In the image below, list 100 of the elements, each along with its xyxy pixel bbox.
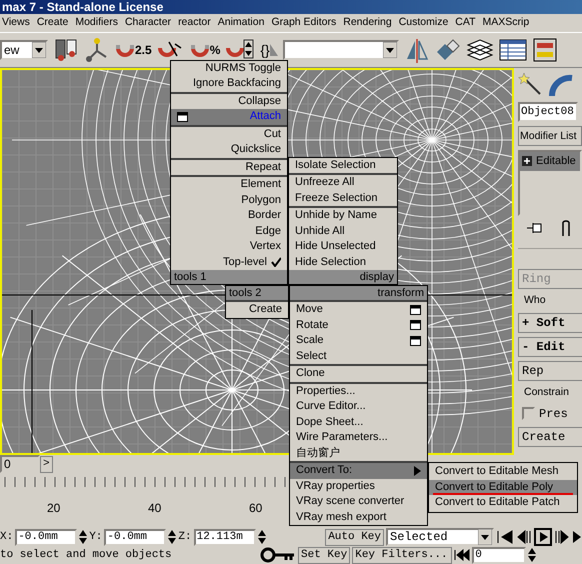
menu-item[interactable]: Move	[290, 302, 427, 318]
menu-item[interactable]: 自动窗户	[290, 446, 427, 461]
key-mode-dropdown[interactable]: Selected	[386, 528, 494, 546]
go-to-start-icon[interactable]	[496, 530, 514, 544]
menu-item[interactable]: Clone	[290, 366, 427, 382]
next-frame-icon[interactable]	[554, 530, 570, 544]
set-key-button[interactable]: Set Key	[298, 546, 350, 564]
frame-field[interactable]: 0	[472, 546, 526, 564]
menu-item[interactable]: Select	[290, 348, 427, 364]
menu-item[interactable]: Create	[36, 15, 68, 31]
menu-item[interactable]: Top-level	[171, 254, 287, 270]
menu-item[interactable]: Character	[124, 15, 172, 31]
menu-item[interactable]: VRay mesh export	[290, 510, 427, 525]
layers-icon[interactable]	[466, 37, 494, 63]
pin-icon[interactable]	[526, 220, 544, 236]
menu-item[interactable]: Collapse	[171, 94, 287, 109]
menu-item[interactable]: Convert to Editable Mesh	[429, 464, 577, 480]
menu-item[interactable]: Animation	[218, 15, 264, 31]
menu-item[interactable]: Unfreeze All	[289, 175, 397, 190]
magnet-icon	[190, 42, 210, 58]
menu-item[interactable]: Unhide All	[289, 224, 397, 239]
menu-item[interactable]: NURMS Toggle	[171, 60, 287, 76]
menu-item[interactable]: MAXScrip	[482, 15, 530, 31]
next-frame-button[interactable]: >	[40, 456, 53, 472]
magnet-icon	[115, 42, 135, 58]
menu-item[interactable]: Convert to Editable Patch	[429, 495, 577, 510]
caret-icon	[32, 42, 46, 58]
rollout-header[interactable]: - Edit	[518, 336, 582, 357]
options-box-icon[interactable]	[410, 336, 421, 346]
axis-label: X:	[0, 530, 14, 545]
named-selection-button[interactable]: {}	[260, 43, 278, 57]
options-box-icon[interactable]	[410, 320, 421, 330]
align-icon[interactable]	[434, 37, 461, 63]
menu-item[interactable]: Edge	[171, 224, 287, 239]
view-dropdown[interactable]: ew	[0, 40, 48, 60]
auto-key-button[interactable]: Auto Key	[325, 528, 384, 546]
menu-item[interactable]: Dope Sheet...	[290, 414, 427, 430]
table-icon[interactable]	[498, 38, 527, 62]
menu-item[interactable]: Ignore Backfacing	[171, 76, 287, 92]
panel-label: Who	[523, 293, 547, 308]
stack-item[interactable]: Editable	[520, 152, 580, 170]
menu-item[interactable]: reactor	[178, 15, 211, 31]
menu-item[interactable]: Convert To:	[290, 463, 427, 478]
menu-item[interactable]: CAT	[455, 15, 476, 31]
menu-item[interactable]: Graph Editors	[271, 15, 336, 31]
plus-icon[interactable]	[522, 156, 532, 166]
menu-item[interactable]: Rotate	[290, 318, 427, 333]
key-mode-icon[interactable]	[454, 549, 470, 561]
arc-icon[interactable]	[548, 72, 574, 98]
menu-item[interactable]: Isolate Selection	[289, 158, 397, 173]
menu-item[interactable]: VRay properties	[290, 478, 427, 494]
options-box-icon[interactable]	[410, 304, 421, 315]
coordinate-field[interactable]: -0.0mm	[104, 528, 166, 546]
snap-toggle[interactable]: 2.5	[115, 42, 152, 58]
menu-item[interactable]: Quickslice	[171, 142, 287, 158]
coordinate-field[interactable]: -0.0mm	[15, 528, 78, 546]
menu-item[interactable]: Views	[2, 15, 30, 31]
play-icon[interactable]	[534, 528, 552, 546]
menu-item[interactable]: Hide Selection	[289, 254, 397, 270]
window-title: max 7 - Stand-alone License	[2, 0, 164, 14]
panel-button[interactable]: Rep	[518, 360, 582, 381]
menu-item[interactable]: VRay scene converter	[290, 494, 427, 510]
ruler-label: 40	[148, 500, 162, 517]
go-to-end-icon[interactable]	[572, 530, 582, 544]
selection-set-dropdown[interactable]	[282, 40, 399, 60]
rollout-header[interactable]: + Soft	[518, 312, 582, 333]
link-icon[interactable]	[53, 37, 79, 63]
pipe-icon[interactable]	[560, 220, 572, 236]
menu-item[interactable]: Element	[171, 177, 287, 192]
previous-frame-icon[interactable]	[516, 530, 532, 544]
menu-item[interactable]: Freeze Selection	[289, 190, 397, 206]
menu-item[interactable]: Curve Editor...	[290, 399, 427, 414]
snap-toggle[interactable]: %	[190, 42, 220, 58]
coordinate-field[interactable]: 12.113m	[194, 528, 256, 546]
menu-item[interactable]: Rendering	[343, 15, 392, 31]
key-icon[interactable]	[260, 546, 296, 564]
menu-item[interactable]: Unhide by Name	[289, 208, 397, 224]
quad-menu-title: tools 2	[226, 286, 288, 300]
menu-item[interactable]: Hide Unselected	[289, 239, 397, 254]
menu-item[interactable]: Wire Parameters...	[290, 430, 427, 446]
menu-item[interactable]: Create	[226, 302, 288, 318]
menu-item[interactable]: Cut	[171, 126, 287, 142]
menu-item[interactable]: Modifiers	[75, 15, 118, 31]
panel-button[interactable]: Create	[518, 426, 582, 446]
menu-item[interactable]: Vertex	[171, 239, 287, 254]
menu-item[interactable]: Properties...	[290, 384, 427, 399]
modifier-list-dropdown[interactable]: Modifier List	[518, 126, 582, 146]
prompt-text: to select and move objects	[0, 548, 173, 563]
object-name-field[interactable]: Object08	[518, 102, 578, 122]
menu-item[interactable]: Scale	[290, 333, 427, 348]
menu-item[interactable]: Polygon	[171, 192, 287, 208]
schematic-icon[interactable]	[532, 37, 558, 63]
axis-label: Y:	[89, 530, 102, 545]
menu-item[interactable]: Repeat	[171, 160, 287, 175]
time-slider-field[interactable]: 0	[0, 455, 40, 473]
options-box-icon[interactable]	[177, 112, 188, 122]
menu-item[interactable]: Customize	[398, 15, 448, 31]
menu-item[interactable]: Convert to Editable Poly	[429, 480, 577, 495]
menu-item[interactable]: Border	[171, 208, 287, 224]
key-filters-button[interactable]: Key Filters...	[352, 546, 452, 564]
